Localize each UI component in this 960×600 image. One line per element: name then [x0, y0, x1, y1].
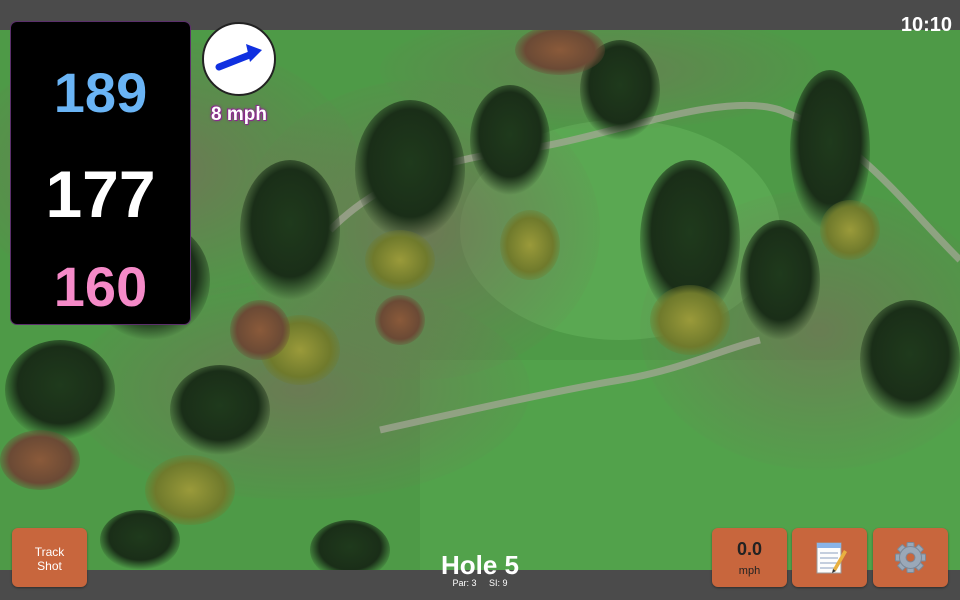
hole-meta: Par: 3 SI: 9 — [400, 578, 560, 588]
settings-button[interactable] — [873, 528, 948, 587]
wind-arrow-icon — [215, 44, 262, 71]
track-shot-button[interactable]: Track Shot — [12, 528, 87, 587]
distance-middle: 177 — [45, 157, 156, 231]
status-clock: 10:10 — [900, 14, 952, 36]
distance-panel: 189 177 160 — [11, 22, 190, 324]
distance-front: 160 — [53, 255, 148, 318]
track-shot-label-line1: Track — [34, 545, 65, 559]
wind-direction-dial — [202, 22, 276, 96]
speed-value: 0.0 — [736, 539, 763, 559]
hole-stroke-index: SI: 9 — [489, 578, 508, 588]
speed-unit: mph — [738, 565, 761, 577]
notepad-icon — [816, 542, 847, 574]
distance-back: 189 — [53, 61, 148, 124]
hole-title: Hole 5 — [440, 550, 520, 580]
wind-speed-label: 8 mph — [211, 104, 267, 125]
gear-icon — [895, 542, 926, 573]
hole-par: Par: 3 — [452, 578, 477, 588]
scorecard-notes-button[interactable] — [792, 528, 867, 587]
track-shot-label-line2: Shot — [37, 559, 62, 573]
speed-button[interactable]: 0.0 mph — [712, 528, 787, 587]
